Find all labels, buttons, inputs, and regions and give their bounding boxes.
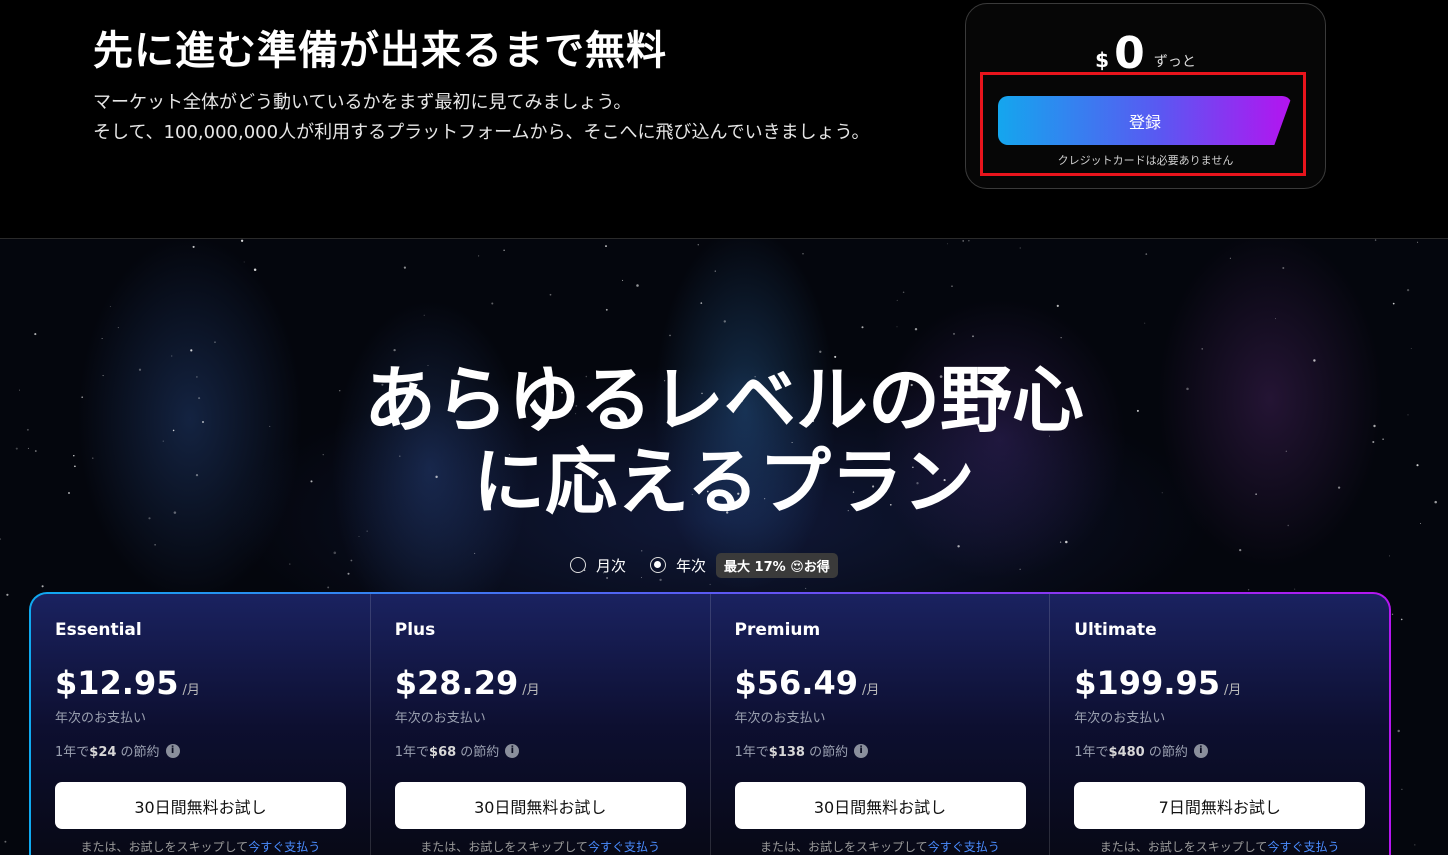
price-suffix: ずっと [1153,54,1196,70]
plan-billing-note: 年次のお支払い [1074,711,1166,726]
plan-price-amount: $28.29 [394,664,519,702]
free-trial-button[interactable]: 30日間無料お試し [394,782,686,829]
skip-trial-note: または、お試しをスキップして今すぐ支払う [1050,838,1389,855]
savings-suffix: の節約 [804,745,849,760]
plan-price: $12.95/月 [55,664,200,702]
billing-option-yearly[interactable]: 年次 [650,555,706,576]
free-trial-button[interactable]: 30日間無料お試し [734,782,1026,829]
pay-now-link[interactable]: 今すぐ支払う [588,840,660,854]
plan-price: $56.49/月 [735,664,880,702]
plan-price: $28.29/月 [395,664,540,702]
billing-toggle: 月次 年次 最大 17% 😍お得 [570,552,838,578]
plan-price-unit: /月 [182,683,200,698]
plan-card-ultimate: Ultimate $199.95/月 年次のお支払い 1年で$480 の節約 i… [1050,594,1389,855]
plan-savings: 1年で$138 の節約 i [735,741,869,760]
savings-suffix: の節約 [116,745,160,760]
free-desc-line1: マーケット全体がどう動いているかをまず最初に見てみましょう。 [93,92,632,113]
free-trial-button[interactable]: 30日間無料お試し [55,782,346,829]
radio-yearly[interactable] [650,557,667,573]
plan-price-amount: $12.95 [55,664,179,702]
savings-prefix: 1年で [394,745,430,760]
price-currency: $ [1095,48,1110,72]
discount-badge: 最大 17% 😍お得 [716,552,838,578]
savings-prefix: 1年で [734,745,769,760]
free-plan-title: 先に進む準備が出来るまで無料 [93,28,667,74]
plan-card-essential: Essential $12.95/月 年次のお支払い 1年で$24 の節約 i … [31,594,371,855]
plans-heading-line1: あらゆるレベルの野心 [363,358,1084,442]
free-plan-card: $ 0 ずっと 登録 クレジットカードは必要ありません [965,3,1326,189]
savings-amount: $138 [768,745,805,760]
no-credit-card-note: クレジットカードは必要ありません [1057,154,1234,167]
pay-now-link[interactable]: 今すぐ支払う [928,840,1000,854]
skip-text: または、お試しをスキップして [80,840,249,854]
plan-billing-note: 年次のお支払い [394,711,486,726]
plan-savings: 1年で$480 の節約 i [1074,741,1208,760]
plan-cards: Essential $12.95/月 年次のお支払い 1年で$24 の節約 i … [29,592,1391,855]
signup-button[interactable]: 登録 [998,96,1292,145]
info-icon[interactable]: i [1193,743,1208,758]
savings-amount: $68 [429,745,457,760]
plan-price: $199.95/月 [1074,664,1241,702]
billing-yearly-label: 年次 [676,556,707,575]
savings-suffix: の節約 [1144,745,1188,760]
pay-now-link[interactable]: 今すぐ支払う [248,840,320,854]
skip-trial-note: または、お試しをスキップして今すぐ支払う [711,838,1050,855]
billing-monthly-label: 月次 [596,556,627,575]
plan-billing-note: 年次のお支払い [55,711,147,726]
info-icon[interactable]: i [505,743,520,758]
plan-savings: 1年で$68 の節約 i [395,741,520,760]
plan-name: Ultimate [1074,620,1157,640]
savings-amount: $480 [1108,745,1145,760]
radio-monthly[interactable] [570,557,586,573]
savings-amount: $24 [89,745,117,760]
plans-heading: あらゆるレベルの野心 に応えるプラン [0,359,1448,523]
skip-text: または、お試しをスキップして [1099,840,1268,854]
free-desc-line2: そして、100,000,000人が利用するプラットフォームから、そこへに飛び込ん… [93,122,870,143]
skip-text: または、お試しをスキップして [420,840,588,854]
plan-price-unit: /月 [522,683,540,698]
info-icon[interactable]: i [854,743,869,758]
plan-card-premium: Premium $56.49/月 年次のお支払い 1年で$138 の節約 i 3… [711,594,1051,855]
billing-option-monthly[interactable]: 月次 [570,555,626,576]
info-icon[interactable]: i [165,743,180,758]
plans-section: あらゆるレベルの野心 に応えるプラン 月次 年次 最大 17% 😍お得 Esse… [0,239,1448,855]
savings-suffix: の節約 [456,745,500,760]
plan-card-plus: Plus $28.29/月 年次のお支払い 1年で$68 の節約 i 30日間無… [371,594,711,855]
plans-heading-line2: に応えるプラン [473,440,975,524]
plan-price-unit: /月 [861,683,880,698]
skip-trial-note: または、お試しをスキップして今すぐ支払う [371,838,710,855]
skip-trial-note: または、お試しをスキップして今すぐ支払う [31,838,370,855]
plan-name: Essential [55,620,142,640]
free-trial-button[interactable]: 7日間無料お試し [1074,782,1366,829]
skip-text: または、お試しをスキップして [760,840,928,854]
savings-prefix: 1年で [55,745,90,760]
plan-name: Premium [734,620,821,640]
savings-prefix: 1年で [1074,745,1109,760]
plan-price-amount: $199.95 [1074,664,1220,702]
free-plan-description: マーケット全体がどう動いているかをまず最初に見てみましょう。 そして、100,0… [93,88,893,148]
free-plan-section: 先に進む準備が出来るまで無料 マーケット全体がどう動いているかをまず最初に見てみ… [0,0,1448,238]
plan-price-unit: /月 [1224,683,1242,698]
plan-name: Plus [394,620,436,640]
pay-now-link[interactable]: 今すぐ支払う [1267,840,1339,854]
plan-savings: 1年で$24 の節約 i [55,741,180,760]
plan-price-amount: $56.49 [734,664,858,702]
plan-billing-note: 年次のお支払い [734,711,826,726]
